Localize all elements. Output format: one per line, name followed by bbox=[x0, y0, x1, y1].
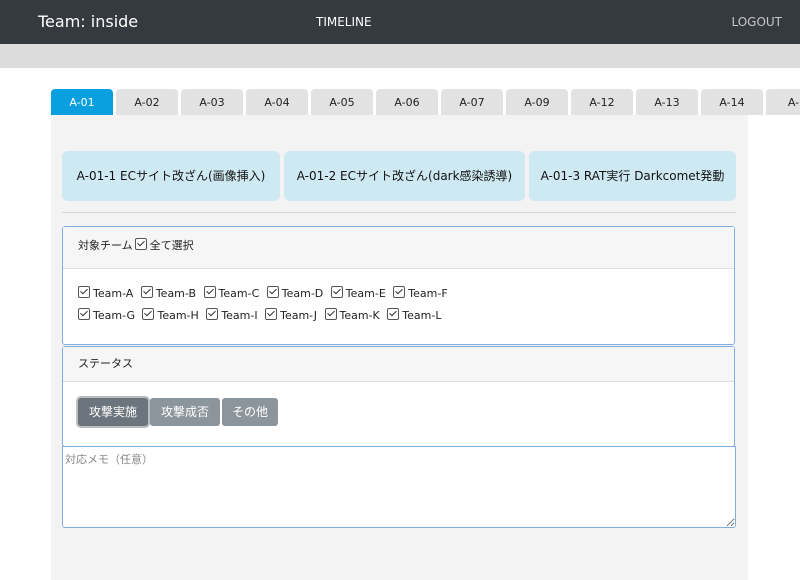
checkbox-icon bbox=[140, 286, 153, 298]
divider bbox=[62, 212, 736, 213]
tab-a-01[interactable]: A-01 bbox=[51, 89, 113, 115]
scenario-button-a-01-1[interactable]: A-01-1 ECサイト改ざん(画像挿入) bbox=[62, 151, 280, 201]
status-button-attack-executed[interactable]: 攻撃実施 bbox=[78, 398, 148, 426]
team-checkbox-d[interactable]: Team-D bbox=[266, 286, 323, 300]
top-navbar: Team: inside TIMELINE LOGOUT bbox=[0, 0, 800, 44]
team-checkbox-j[interactable]: Team-J bbox=[265, 308, 317, 322]
checkbox-icon bbox=[203, 286, 216, 298]
checkbox-icon bbox=[330, 286, 343, 298]
checkbox-icon bbox=[142, 308, 155, 320]
tab-a-12[interactable]: A-12 bbox=[571, 89, 633, 115]
scenario-button-a-01-2[interactable]: A-01-2 ECサイト改ざん(dark感染誘導) bbox=[284, 151, 525, 201]
tab-a-06[interactable]: A-06 bbox=[376, 89, 438, 115]
checkbox-icon bbox=[206, 308, 219, 320]
checkbox-icon bbox=[387, 308, 400, 320]
target-teams-heading: 対象チーム bbox=[78, 239, 133, 252]
target-teams-card: 対象チーム 全て選択 Team-A Team-B Team-C Team-D Te… bbox=[62, 226, 735, 345]
team-checkbox-i[interactable]: Team-I bbox=[206, 308, 258, 322]
tab-a-04[interactable]: A-04 bbox=[246, 89, 308, 115]
checkbox-icon bbox=[324, 308, 337, 320]
checkbox-icon bbox=[393, 286, 406, 298]
checkbox-icon bbox=[78, 308, 90, 320]
team-checkbox-l[interactable]: Team-L bbox=[387, 308, 441, 322]
checkbox-icon bbox=[265, 308, 278, 320]
team-row-1: Team-A Team-B Team-C Team-D Team-E Team-… bbox=[78, 286, 452, 300]
checkbox-icon bbox=[78, 286, 90, 298]
tab-a-02[interactable]: A-02 bbox=[116, 89, 178, 115]
team-checkbox-b[interactable]: Team-B bbox=[140, 286, 196, 300]
tab-a-05[interactable]: A-05 bbox=[311, 89, 373, 115]
team-checkbox-e[interactable]: Team-E bbox=[330, 286, 386, 300]
team-checkbox-h[interactable]: Team-H bbox=[142, 308, 199, 322]
nav-logout-link[interactable]: LOGOUT bbox=[731, 15, 782, 29]
status-button-attack-result[interactable]: 攻撃成否 bbox=[150, 398, 220, 426]
sub-header-bar bbox=[0, 44, 800, 68]
status-button-other[interactable]: その他 bbox=[222, 398, 278, 426]
team-checkbox-k[interactable]: Team-K bbox=[324, 308, 380, 322]
tab-a-1x-partial[interactable]: A-1 bbox=[766, 89, 800, 115]
memo-textarea[interactable] bbox=[62, 446, 736, 528]
tab-a-13[interactable]: A-13 bbox=[636, 89, 698, 115]
attack-tabs: A-01 A-02 A-03 A-04 A-05 A-06 A-07 A-09 … bbox=[51, 89, 800, 115]
target-teams-header: 対象チーム 全て選択 bbox=[63, 227, 734, 269]
team-checkbox-a[interactable]: Team-A bbox=[78, 286, 133, 300]
team-row-2: Team-G Team-H Team-I Team-J Team-K Team-… bbox=[78, 308, 445, 322]
checkbox-icon bbox=[266, 286, 279, 298]
tab-a-03[interactable]: A-03 bbox=[181, 89, 243, 115]
team-checkbox-g[interactable]: Team-G bbox=[78, 308, 135, 322]
tab-a-09[interactable]: A-09 bbox=[506, 89, 568, 115]
tab-a-14[interactable]: A-14 bbox=[701, 89, 763, 115]
nav-timeline-link[interactable]: TIMELINE bbox=[316, 15, 372, 29]
tab-a-07[interactable]: A-07 bbox=[441, 89, 503, 115]
team-brand: Team: inside bbox=[38, 12, 139, 31]
team-checkbox-f[interactable]: Team-F bbox=[393, 286, 448, 300]
scenario-button-a-01-3[interactable]: A-01-3 RAT実行 Darkcomet発動 bbox=[529, 151, 736, 201]
team-checkbox-c[interactable]: Team-C bbox=[203, 286, 259, 300]
status-header: ステータス bbox=[63, 347, 734, 382]
tab-content-panel: A-01-1 ECサイト改ざん(画像挿入) A-01-2 ECサイト改ざん(da… bbox=[51, 115, 748, 580]
select-all-label: 全て選択 bbox=[149, 239, 194, 252]
status-card: ステータス 攻撃実施 攻撃成否 その他 bbox=[62, 346, 735, 447]
select-all-checkbox[interactable] bbox=[134, 238, 147, 250]
status-heading: ステータス bbox=[78, 357, 133, 370]
